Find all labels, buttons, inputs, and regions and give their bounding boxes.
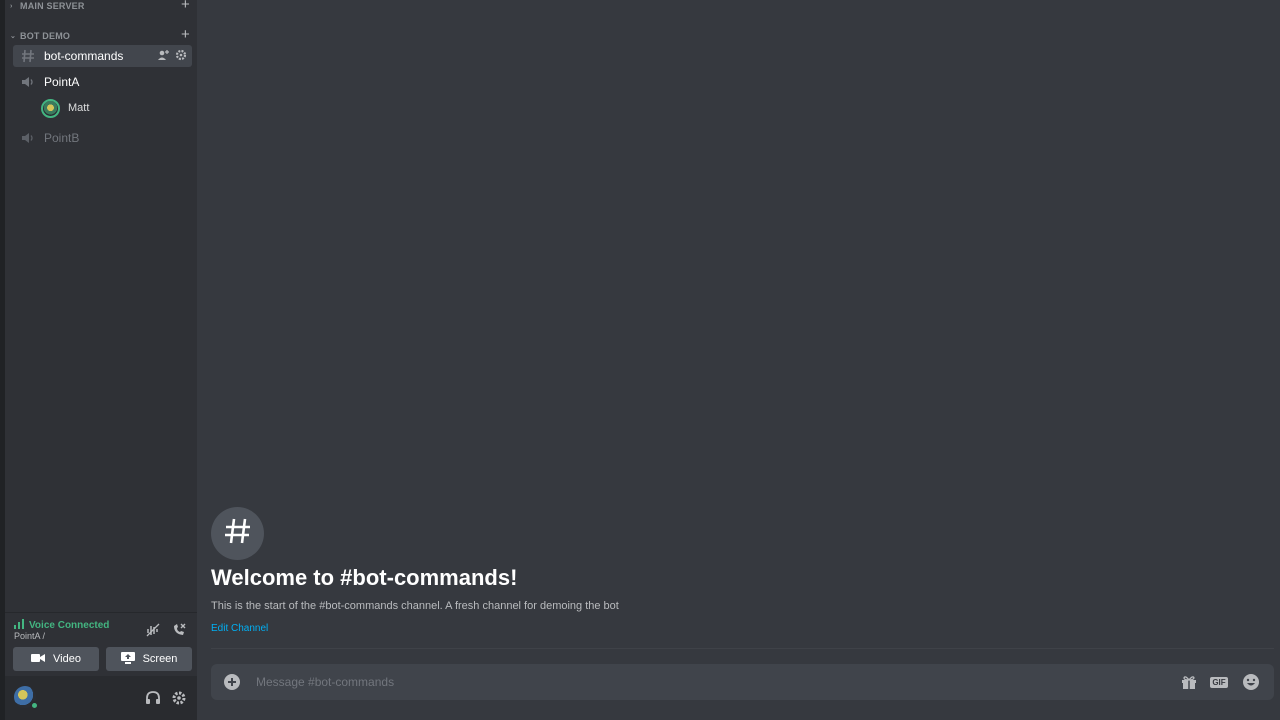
gif-label: GIF xyxy=(1210,676,1228,688)
voice-connection-panel: Voice Connected PointA / Video Screen xyxy=(5,612,197,676)
headphones-icon[interactable] xyxy=(144,689,162,707)
speaker-icon xyxy=(19,74,37,90)
screen-share-icon xyxy=(120,651,135,667)
voice-member[interactable]: Matt xyxy=(41,97,89,119)
category-main-server[interactable]: › MAIN SERVER + xyxy=(10,0,192,13)
screen-share-button[interactable]: Screen xyxy=(106,647,192,671)
camera-icon xyxy=(31,653,46,666)
voice-channel-pointa[interactable]: PointA xyxy=(13,71,192,93)
noise-suppression-icon[interactable] xyxy=(145,622,161,638)
user-settings-gear-icon[interactable] xyxy=(170,689,188,707)
speaker-icon xyxy=(19,130,37,146)
voice-location[interactable]: PointA / xyxy=(14,631,45,641)
channel-bot-commands[interactable]: bot-commands xyxy=(13,45,192,67)
add-channel-icon[interactable]: + xyxy=(181,26,190,43)
channel-hash-badge xyxy=(211,507,264,560)
message-input[interactable] xyxy=(256,664,1156,700)
gif-picker-button[interactable]: GIF xyxy=(1209,673,1229,691)
hash-icon xyxy=(19,48,37,64)
invite-icon[interactable] xyxy=(157,49,169,64)
video-label: Video xyxy=(53,653,81,665)
user-panel xyxy=(5,676,197,720)
hash-icon xyxy=(223,516,253,551)
add-attachment-icon[interactable] xyxy=(223,673,241,691)
disconnect-icon[interactable] xyxy=(171,622,187,638)
category-label: BOT DEMO xyxy=(20,31,71,41)
video-button[interactable]: Video xyxy=(13,647,99,671)
category-bot-demo[interactable]: ⌄ BOT DEMO + xyxy=(10,26,192,43)
gear-icon[interactable] xyxy=(175,49,187,64)
category-label: MAIN SERVER xyxy=(20,1,85,11)
voice-status-label: Voice Connected xyxy=(29,620,110,631)
welcome-description: This is the start of the #bot-commands c… xyxy=(211,600,619,612)
chevron-right-icon: › xyxy=(10,2,13,10)
avatar xyxy=(41,98,60,118)
divider xyxy=(211,648,1274,649)
channel-label: bot-commands xyxy=(44,49,124,63)
screen-label: Screen xyxy=(142,653,178,665)
message-composer: GIF xyxy=(211,664,1274,700)
voice-channel-pointb[interactable]: PointB xyxy=(13,127,192,149)
add-channel-icon[interactable]: + xyxy=(181,0,190,13)
channel-label: PointA xyxy=(44,75,80,89)
online-status-dot xyxy=(30,701,39,710)
edit-channel-link[interactable]: Edit Channel xyxy=(211,623,268,634)
channel-label: PointB xyxy=(44,131,80,145)
emoji-icon[interactable] xyxy=(1241,673,1261,691)
welcome-title: Welcome to #bot-commands! xyxy=(211,565,518,590)
member-name: Matt xyxy=(68,102,90,114)
discord-app: › MAIN SERVER + ⌄ BOT DEMO + bot-command… xyxy=(0,0,1280,720)
chevron-down-icon: ⌄ xyxy=(10,33,17,40)
gift-icon[interactable] xyxy=(1179,673,1199,691)
chat-area: Welcome to #bot-commands! This is the st… xyxy=(197,0,1280,720)
